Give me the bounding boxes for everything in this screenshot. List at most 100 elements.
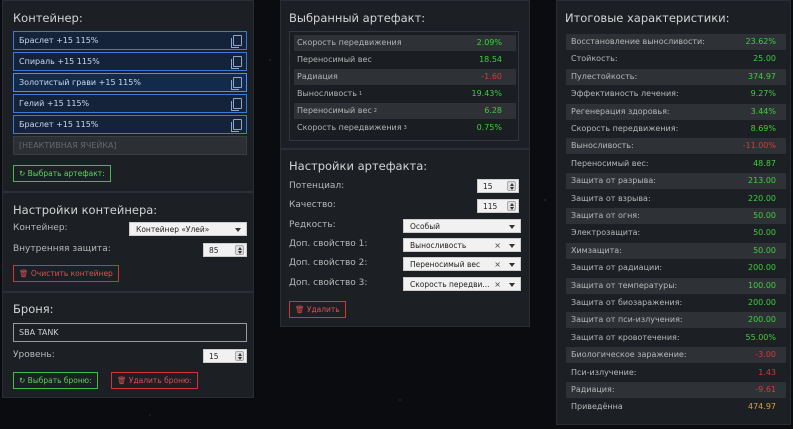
stat-value: 213.00 [748, 176, 776, 186]
stepper-arrows-icon[interactable] [507, 201, 516, 211]
internal-protection-label: Внутренняя защита: [13, 244, 111, 254]
artifact-panel: Выбранный артефакт: Скорость передвижени… [280, 0, 530, 327]
internal-protection-stepper[interactable]: 85 [203, 243, 247, 257]
totals-row: Защита от кровотечения: 55.00% [566, 330, 786, 346]
totals-row: Регенерация здоровья: 3.44% [566, 103, 786, 120]
delete-artifact-button[interactable]: 🗑 Удалить [289, 301, 346, 318]
stat-value: 48.87 [753, 158, 776, 168]
container-select[interactable]: Контейнер «Улей» [129, 222, 247, 236]
artifact-stat-row: Выносливость 1 19.43% [297, 89, 502, 98]
stepper-arrows-icon[interactable] [235, 351, 244, 361]
copy-icon[interactable] [231, 35, 242, 48]
artifact-stat-row: Скорость передвижения 3 0.75% [297, 123, 502, 132]
totals-row: Защита от радиации: 200.00 [566, 260, 786, 276]
divider [281, 148, 529, 150]
totals-row: Защита от пси-излучения: 200.00 [566, 312, 786, 329]
totals-panel: Итоговые характеристики: Восстановление … [556, 0, 791, 425]
totals-row: Скорость передвижения: 8.69% [566, 121, 786, 137]
container-settings-title: Настройки контейнера: [13, 203, 158, 217]
chevron-down-icon [509, 283, 515, 287]
totals-row: Восстановление выносливости: 23.62% [566, 34, 786, 50]
stat-name: Электрозащита: [571, 228, 641, 238]
select-artifact-button[interactable]: ↻ Выбрать артефакт: [13, 165, 111, 182]
stepper-arrows-icon[interactable] [507, 181, 516, 191]
artifact-slot-4[interactable]: Гелий +15 115% [13, 94, 247, 113]
extra-property-3-label: Доп. свойство 3: [289, 278, 368, 288]
trash-icon: 🗑 [117, 376, 129, 385]
slot-label: Браслет +15 115% [19, 120, 99, 129]
chevron-down-icon [235, 228, 241, 232]
stepper-arrows-icon[interactable] [235, 245, 244, 255]
stat-value: 50.00 [753, 228, 776, 238]
trash-icon: 🗑 [295, 305, 307, 314]
stat-value: 200.00 [748, 298, 776, 307]
container-panel: Контейнер: Браслет +15 115% Спираль +15 … [2, 0, 254, 398]
slot-label: Браслет +15 115% [19, 36, 99, 45]
stat-name: Химзащита: [571, 245, 622, 255]
stat-value: 200.00 [748, 263, 776, 273]
stat-name: Защита от температуры: [571, 280, 678, 290]
chevron-down-icon [509, 263, 515, 267]
stat-value: 474.97 [748, 402, 776, 412]
artifact-slot-1[interactable]: Браслет +15 115% [13, 31, 247, 50]
stat-value: -9.61 [755, 385, 776, 394]
clear-icon[interactable]: × [494, 258, 501, 272]
stat-name: Защита от разрыва: [571, 176, 656, 186]
artifact-slot-2[interactable]: Спираль +15 115% [13, 52, 247, 71]
divider [3, 191, 253, 193]
totals-row: Биологическое заражение: -3.00 [566, 347, 786, 364]
totals-row: Электрозащита: 50.00 [566, 225, 786, 241]
clear-container-button[interactable]: 🗑 Очистить контейнер [13, 265, 119, 282]
copy-icon[interactable] [231, 77, 242, 90]
copy-icon[interactable] [231, 56, 242, 69]
delete-armor-button[interactable]: 🗑 Удалить броню: [111, 372, 198, 389]
totals-row: Приведённа 474.97 [566, 399, 786, 415]
stat-name: Стойкость: [571, 54, 618, 64]
armor-level-label: Уровень: [13, 350, 55, 360]
totals-row: Радиация: -9.61 [566, 382, 786, 398]
stat-value: 55.00% [745, 332, 776, 342]
armor-level-stepper[interactable]: 15 [203, 349, 247, 363]
chevron-down-icon [509, 244, 515, 248]
slot-label: Гелий +15 115% [19, 99, 90, 108]
totals-row: Защита от температуры: 100.00 [566, 277, 786, 294]
totals-row: Переносимый вес: 48.87 [566, 156, 786, 172]
copy-icon[interactable] [231, 98, 242, 111]
armor-name-input[interactable]: SBA TANK [13, 323, 247, 342]
stat-name: Защита от взрыва: [571, 193, 651, 203]
stat-name: Приведённа [571, 402, 623, 412]
stat-name: Радиация: [571, 385, 615, 394]
artifact-stat-row: Радиация -1.60 [294, 69, 516, 85]
artifact-title: Выбранный артефакт: [289, 11, 426, 25]
stat-name: Регенерация здоровья: [571, 106, 670, 116]
stat-name: Защита от радиации: [571, 263, 663, 273]
potential-stepper[interactable]: 15 [477, 179, 519, 193]
artifact-slot-5[interactable]: Браслет +15 115% [13, 115, 247, 134]
stat-name: Защита от огня: [571, 211, 640, 220]
artifact-slot-3[interactable]: Золотистый грави +15 115% [13, 73, 247, 92]
rarity-select[interactable]: Особый [403, 219, 521, 233]
rarity-label: Редкость: [289, 220, 336, 230]
quality-stepper[interactable]: 115 [477, 199, 519, 213]
artifact-stats-box: Скорость передвижения 2.09% Переносимый … [289, 31, 519, 141]
extra-property-1-select[interactable]: Выносливость × [403, 238, 521, 252]
stat-value: 9.27% [750, 89, 776, 99]
artifact-stat-row: Скорость передвижения 2.09% [294, 35, 516, 51]
slot-label: [НЕАКТИВНАЯ ЯЧЕЙКА] [19, 141, 117, 150]
divider [3, 291, 253, 293]
extra-property-3-select[interactable]: Скорость передви... × [403, 277, 521, 291]
stat-name: Переносимый вес: [571, 158, 649, 168]
copy-icon[interactable] [231, 119, 242, 132]
totals-row: Защита от разрыва: 213.00 [566, 173, 786, 190]
stat-name: Выносливость: [571, 141, 634, 151]
stat-value: 100.00 [748, 280, 776, 290]
totals-row: Стойкость: 25.00 [566, 51, 786, 67]
potential-label: Потенциал: [289, 181, 345, 191]
extra-property-2-select[interactable]: Переносимый вес × [403, 257, 521, 271]
clear-icon[interactable]: × [494, 239, 501, 253]
stat-value: 50.00 [753, 211, 776, 220]
chevron-down-icon [509, 225, 515, 229]
clear-icon[interactable]: × [494, 278, 501, 292]
select-armor-button[interactable]: ↻ Выбрать броню: [13, 372, 98, 389]
stat-value: 374.97 [748, 71, 776, 81]
